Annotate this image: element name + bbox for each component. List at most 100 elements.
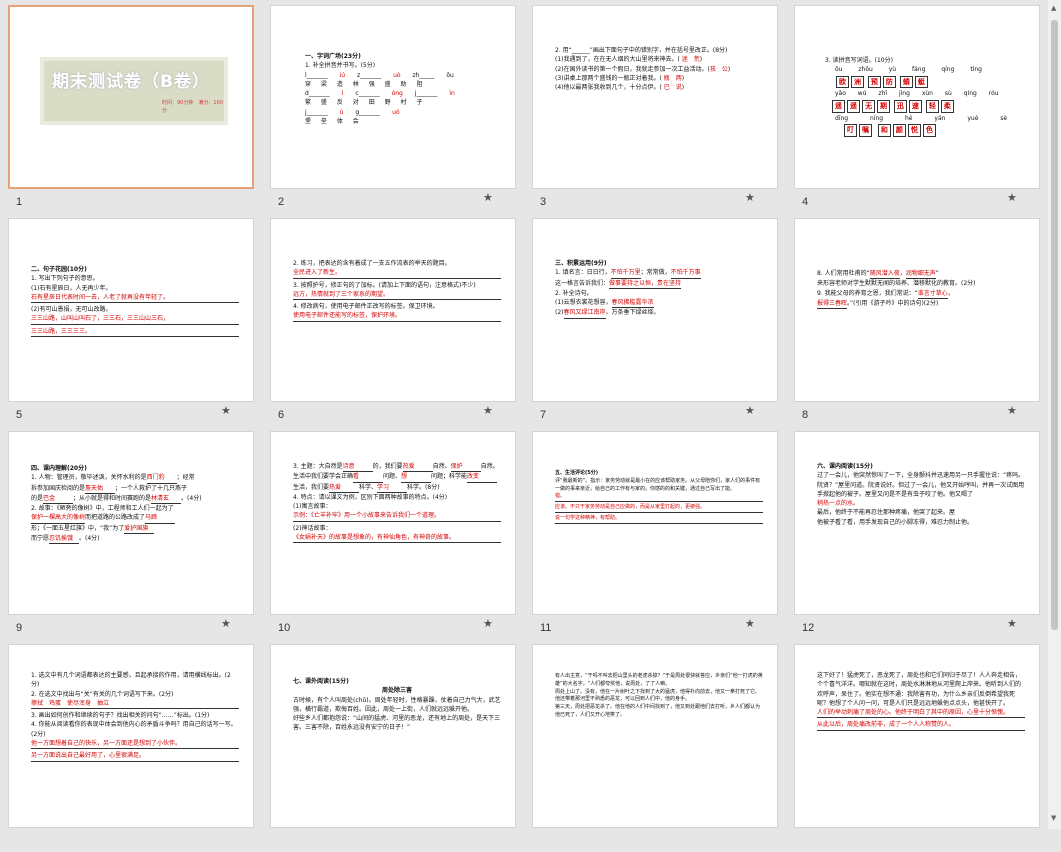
question-text: (1)云想衣裳花想容，: [555, 299, 612, 307]
star-icon[interactable]: ★: [483, 404, 493, 417]
slide-cell-10[interactable]: 3. 主题：大自然是诗意 的，我们要热爱 自然、保护 自然。 生活中我们要学会正确看问…: [262, 426, 524, 639]
slide-cell-4[interactable]: 3. 读拼音写词语。(10分) ōu zhōu yù fáng qíng tín…: [786, 0, 1048, 213]
vertical-scrollbar[interactable]: ▲ ▼: [1048, 0, 1061, 829]
question-text: 科学。(8分): [407, 483, 440, 491]
slide-thumbnail[interactable]: 二、句子花园(10分) 1. 写出下列句子的意思。 (1)石有星辰日，人无再少年…: [8, 218, 254, 402]
star-icon[interactable]: ★: [1007, 404, 1017, 417]
section-heading: 二、句子花园(10分): [31, 266, 87, 273]
slide-thumbnail[interactable]: 三、积累运用(9分) 1. 填名言：日日行，不怕千万里；常常做，不怕千万事 这一…: [532, 218, 778, 402]
pinyin-blank: c_______: [355, 90, 380, 98]
slide-number: 3: [540, 196, 547, 208]
slide-cell-3[interactable]: 2. 用“______”画出下面句子中的错别字，并在括号里改正。(8分) (1)…: [524, 0, 786, 213]
slide-number: 1: [16, 196, 23, 208]
question-text: 评“我最新的”。指示：家务劳动就是最小在的应该帮助家务。从父母陪你们，家人们的事…: [555, 477, 761, 492]
question-text: ”: [935, 270, 939, 277]
slide-cell-11[interactable]: 五、生活评论(5分) 评“我最新的”。指示：家务劳动就是最小在的应该帮助家务。从…: [524, 426, 786, 639]
star-icon[interactable]: ★: [745, 617, 755, 630]
sentence: (3)讲桌上那两个盛钱的一瓶正对着我。(: [555, 74, 662, 82]
scroll-down-icon[interactable]: ▼: [1051, 814, 1056, 822]
star-icon[interactable]: ★: [745, 404, 755, 417]
slide-thumbnail[interactable]: 3. 主题：大自然是诗意 的，我们要热爱 自然、保护 自然。 生活中我们要学会正确看问…: [270, 431, 516, 615]
word: 体 会: [336, 118, 359, 126]
star-icon[interactable]: ★: [1007, 191, 1017, 204]
slide-cell-15[interactable]: 有人出主意，“干吗不叫去把山里头的老虎杀掉？”于是周处很快就答应，乡亲们“他一打…: [524, 639, 786, 852]
star-icon[interactable]: ★: [221, 617, 231, 630]
pinyin: dīng níng: [835, 114, 884, 122]
answer: 说一句学这种精神，有帮助。: [555, 515, 763, 524]
slide-thumbnail[interactable]: 这下好了！猛虎死了，恶龙死了，周处也和它们同归于尽了！人人奔走相告，个个喜气洋洋…: [794, 644, 1040, 828]
slide-thumbnail[interactable]: 五、生活评论(5分) 评“我最新的”。指示：家务劳动就是最小在的应该帮助家务。从…: [532, 431, 778, 615]
question-text: 而把道路的公路改成了: [85, 514, 146, 522]
slide-thumbnail[interactable]: 期末测试卷（B卷） 时间：90分钟 满分：100分: [8, 5, 254, 189]
sentence: (4)他以最两张我收到几个，十分点伊。(: [555, 84, 662, 92]
question-text: 问题；科学能: [431, 473, 468, 481]
question-text: 4. 特点：请以课文为例，区别下面两种故事的特点。(4分): [293, 493, 448, 501]
paragraph: 古时候，有个人叫周处(chǔ)。周处年轻时，性格暴躁，仗着自己力气大，武艺强，横…: [293, 696, 501, 713]
slide-thumbnail[interactable]: 四、课内理解(20分) 1. 人物：管理员，敬毕述讽，关怀水利的是西门豹 ；经常 …: [8, 431, 254, 615]
slide-number: 8: [802, 409, 809, 421]
word: 田 野: [368, 99, 391, 107]
scrollbar-thumb[interactable]: [1051, 20, 1058, 630]
slide-cell-12[interactable]: 六、课内阅读(15分) 过了一会儿，他突然惊叫了一下，全身颤抖并迅速用另一只手握…: [786, 426, 1048, 639]
slide-thumbnail[interactable]: 3. 读拼音写词语。(10分) ōu zhōu yù fáng qíng tín…: [794, 5, 1040, 189]
answer-box: 欧: [836, 75, 849, 89]
slide-cell-8[interactable]: 8. 人们常用杜甫的“随风潜入夜 ， 润物细无声” 来形容老师对学生默默无闻的培养、…: [786, 213, 1048, 426]
slide-cell-13[interactable]: 1. 选文中有几个词语都表达的主要感，且起承接的作用，请用横线标出。(2分) 2…: [0, 639, 262, 852]
paragraph: 最后，他终于不能再忍住那种疼痛，他哭了起来。屋: [817, 509, 956, 517]
star-icon[interactable]: ★: [483, 191, 493, 204]
section-heading: 四、课内理解(20分): [31, 465, 87, 472]
slide-thumbnail[interactable]: 七、课外阅读(15分) 周处除三害 古时候，有个人叫周处(chǔ)。周处年轻时，…: [270, 644, 516, 828]
question-text: ，万条垂下绿丝绦。: [605, 309, 660, 317]
answer-box: 颜: [892, 123, 906, 137]
slide-cell-16[interactable]: 这下好了！猛虎死了，恶龙死了，周处也和它们同归于尽了！人人奔走相告，个个喜气洋洋…: [786, 639, 1048, 852]
word: 助 阻: [400, 80, 423, 88]
slide-cell-7[interactable]: 三、积累运用(9分) 1. 填名言：日日行，不怕千万里；常常做，不怕千万事 这一…: [524, 213, 786, 426]
slide-cell-2[interactable]: 一、字词广场(23分) 1. 补全拼音并书写。(5分) l_______ iú …: [262, 0, 524, 213]
word: 堡 垒: [305, 118, 327, 126]
slide-number: 10: [278, 622, 291, 634]
question-text: 。(4分): [79, 535, 100, 543]
slide-cell-9[interactable]: 四、课内理解(20分) 1. 人物：管理员，敬毕述讽，关怀水利的是西门豹 ；经常 …: [0, 426, 262, 639]
question-text: 拆参加国庆检阅的是: [31, 484, 86, 492]
question-text: ；从小就是得和时间赛跑的是: [73, 494, 152, 502]
star-icon[interactable]: ★: [483, 617, 493, 630]
slide-cell-6[interactable]: 2. 练习，把表达的含有着成了一支五作流表的举天的题目。 全民进入了新生。 3.…: [262, 213, 524, 426]
question-text: 1. 补全拼音并书写。(5分): [305, 62, 376, 70]
star-icon[interactable]: ★: [221, 404, 231, 417]
paragraph: 有人出主意，“干吗不叫去把山里头的老虎杀掉？”于是周处很快就答应，乡亲们“他一打…: [555, 673, 763, 687]
question-text: 3. 画出如何创作和继续的句子？找出相关的问句“……”标出。(1分): [31, 712, 210, 720]
answer: 不怕千万事: [670, 268, 701, 279]
answer: 爱护国旗: [124, 524, 155, 535]
sentence: (1)我遇到了，在在无人烟的大山里将来神去。(: [555, 56, 680, 64]
slide-thumbnail[interactable]: 2. 练习，把表达的含有着成了一支五作流表的举天的题目。 全民进入了新生。 3.…: [270, 218, 516, 402]
answer: 《女娲补天》的故事是想象的，有神仙角色，有神奇的故事。: [293, 533, 501, 544]
slide-thumbnail[interactable]: 2. 用“______”画出下面句子中的错别字，并在括号里改正。(8分) (1)…: [532, 5, 778, 189]
slide-cell-5[interactable]: 二、句子花园(10分) 1. 写出下列句子的意思。 (1)石有星辰日，人无再少年…: [0, 213, 262, 426]
slide-thumbnail[interactable]: 有人出主意，“干吗不叫去把山里头的老虎杀掉？”于是周处很快就答应，乡亲们“他一打…: [532, 644, 778, 828]
answer-box: 柔: [940, 99, 954, 113]
answer: 瓶 两: [663, 74, 682, 82]
answer: 林清玄: [151, 494, 182, 505]
star-icon[interactable]: ★: [1007, 617, 1017, 630]
slide-thumbnail[interactable]: 8. 人们常用杜甫的“随风潜入夜 ， 润物细无声” 来形容老师对学生默默无闻的培养、…: [794, 218, 1040, 402]
answer: 应该。不只干家务劳动是自己应做的，而是从家里打起的，更被强。: [555, 504, 763, 513]
answer-box: 悦: [907, 123, 921, 137]
answer: 润物细无声: [905, 269, 936, 280]
question-text: 8. 人们常用杜甫的“: [817, 270, 870, 277]
pinyin: ōu zhōu: [835, 66, 873, 74]
answer: 春风又绿江南岸: [563, 308, 606, 319]
answer: 报得三春晖: [817, 299, 848, 310]
slide-thumbnail[interactable]: 一、字词广场(23分) 1. 补全拼音并书写。(5分) l_______ iú …: [270, 5, 516, 189]
slide-cell-1[interactable]: 期末测试卷（B卷） 时间：90分钟 满分：100分 1: [0, 0, 262, 213]
slide-title: 期末测试卷（B卷）: [52, 72, 210, 92]
answer: 示例：《亡羊补牢》用一个小故事来告诉我们一个道理。: [293, 511, 501, 522]
star-icon[interactable]: ★: [745, 191, 755, 204]
question-text: 2. 在选文中找出与“关”有关的几个词语写下来。(2分): [31, 690, 174, 698]
slide-cell-14[interactable]: 七、课外阅读(15分) 周处除三害 古时候，有个人叫周处(chǔ)。周处年轻时，…: [262, 639, 524, 852]
answer-box: 叮: [844, 123, 857, 137]
slide-thumbnail[interactable]: 六、课内阅读(15分) 过了一会儿，他突然惊叫了一下，全身颤抖并迅速用另一只手握…: [794, 431, 1040, 615]
scroll-up-icon[interactable]: ▲: [1051, 4, 1056, 12]
slide-thumbnail[interactable]: 1. 选文中有几个词语都表达的主要感，且起承接的作用，请用横线标出。(2分) 2…: [8, 644, 254, 828]
answer: 詹天佑: [85, 484, 116, 494]
paragraph: 过了一会儿，他突然惊叫了一下，全身颤抖并迅速用另一只手握住说：“疼吗。阮贤？”屋…: [817, 472, 1025, 498]
